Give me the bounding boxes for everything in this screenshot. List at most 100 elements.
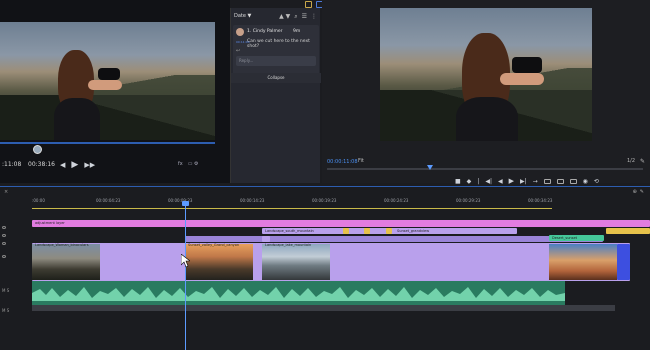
lift-icon[interactable] — [543, 178, 551, 184]
eye-icon[interactable] — [2, 233, 6, 237]
tick-label: 00:00:24:23 — [384, 198, 409, 203]
comments-header-tools: ▲ ▼ ⌕ ☰ ⋮ — [279, 13, 317, 21]
source-total-timecode: 00:38:16 — [28, 161, 55, 168]
clip-marker[interactable] — [386, 228, 392, 234]
snap-icon[interactable]: ⊕ — [633, 189, 637, 195]
tick-label: 00:00:19:23 — [312, 198, 337, 203]
timeline-ruler[interactable]: :00:00 00:00:04:23 00:00:09:23 00:00:14:… — [32, 198, 650, 208]
play-button[interactable]: ▶ — [509, 177, 514, 185]
clip-label: Sunset_grandview — [397, 229, 430, 233]
comments-panel: Date ▼ ▲ ▼ ⌕ ☰ ⋮ 1. Cindy Palmer 9m 00:1… — [230, 8, 321, 183]
panel-top-icons — [305, 1, 323, 8]
loop-icon[interactable]: ⟲ — [594, 178, 599, 185]
settings-icons[interactable]: ▭ ⚙ — [188, 161, 199, 167]
sort-arrows[interactable]: ▲ ▼ — [279, 13, 290, 21]
comment-card: 1. Cindy Palmer 9m 00:11:08 Can we cut h… — [233, 25, 319, 77]
timeline-panel: × ⊕ ✎ :00:00 00:00:04:23 00:00:09:23 00:… — [0, 187, 650, 350]
comment-meta: 9m — [293, 29, 301, 34]
comment-panel-icon[interactable] — [305, 1, 312, 8]
reply-input[interactable]: Reply... — [236, 56, 316, 66]
adjustment-clip[interactable]: adjustment layer — [32, 220, 650, 227]
eye-icon[interactable] — [2, 241, 6, 245]
clip-marker[interactable] — [262, 236, 270, 242]
work-area-bar[interactable] — [32, 208, 552, 209]
track-header-a1: M S — [0, 285, 30, 295]
tick-label: 00:00:34:23 — [528, 198, 553, 203]
v2-clip[interactable] — [185, 236, 603, 242]
clip-end-handle[interactable] — [617, 244, 630, 280]
resolution-dropdown[interactable]: 1/2 — [627, 158, 635, 164]
collapse-button[interactable]: Collapse — [231, 73, 321, 83]
fit-dropdown[interactable]: Fit — [358, 158, 364, 164]
source-monitor: :11:08 00:38:16 ◀ ▶ ▶▶ fx ▭ ⚙ — [0, 0, 230, 183]
lake-thumbnail — [262, 244, 330, 280]
export-frame-icon[interactable] — [569, 178, 577, 184]
play-button[interactable]: ▶ — [71, 160, 78, 170]
clip-label: Landscape_south_mountain — [265, 229, 314, 233]
clip-marker[interactable] — [343, 228, 349, 234]
woman-binoculars-program-image — [380, 8, 592, 141]
playhead-line[interactable] — [185, 203, 186, 350]
v1-track-clip[interactable] — [32, 243, 630, 281]
source-transport: ◀ ▶ ▶▶ — [60, 160, 95, 170]
tick-label: 00:00:29:23 — [456, 198, 481, 203]
stop-button[interactable]: ■ — [455, 178, 461, 185]
step-forward-button[interactable]: ▶▶ — [84, 161, 95, 169]
wrench-icon[interactable]: ✎ — [640, 189, 644, 195]
marker-button[interactable]: ◆ — [467, 178, 472, 185]
comment-text: Can we cut here to the next shot? — [247, 39, 310, 49]
timeline-header: × ⊕ ✎ — [0, 187, 650, 197]
mute-icon[interactable]: M S — [2, 308, 9, 313]
fx-label[interactable]: fx — [178, 161, 183, 167]
audio-clip-a1[interactable] — [32, 281, 565, 305]
source-video-frame[interactable] — [0, 22, 215, 140]
title-clip[interactable]: Desert_sunset — [549, 235, 604, 241]
tick-label: :00:00 — [32, 198, 45, 203]
audio-clip-a2[interactable] — [32, 305, 615, 311]
eye-icon[interactable] — [2, 254, 6, 258]
go-to-in-button[interactable]: ◀| — [485, 178, 492, 185]
clip-label: Landscape_Woman_binoculars — [35, 243, 89, 247]
clip-label: Landscape_lake_mountain — [265, 243, 312, 247]
source-current-timecode: :11:08 — [2, 161, 22, 168]
mark-in-button[interactable]: | — [477, 178, 479, 185]
track-header-a2: M S — [0, 305, 30, 315]
extract-icon[interactable] — [556, 178, 564, 184]
premiere-workspace: :11:08 00:38:16 ◀ ▶ ▶▶ fx ▭ ⚙ Date ▼ ▲ ▼… — [0, 0, 650, 350]
track-header-v1 — [0, 251, 30, 261]
program-playhead[interactable] — [427, 165, 433, 170]
more-icon[interactable]: ⋮ — [311, 13, 317, 21]
wrench-icon[interactable]: ✎ — [640, 158, 645, 165]
program-scrub-bar[interactable] — [327, 168, 643, 170]
woman-thumbnail — [32, 244, 100, 280]
clip-label: Desert_sunset — [552, 236, 577, 240]
filter-icon[interactable]: ☰ — [302, 13, 307, 21]
source-tools: fx ▭ ⚙ — [178, 161, 199, 167]
keyframe-clip[interactable] — [606, 228, 650, 234]
clip-label: Sunset_valley_Grand_canyon — [188, 243, 240, 247]
source-scrub-bar[interactable] — [0, 142, 215, 144]
mouse-cursor-icon — [181, 254, 190, 268]
comments-sort-label[interactable]: Date ▼ — [234, 13, 251, 19]
mute-icon[interactable]: M S — [2, 288, 9, 293]
program-timecode: 00:00:11:08 — [327, 159, 358, 165]
avatar — [236, 28, 244, 36]
eye-icon[interactable] — [2, 225, 6, 229]
program-monitor: 00:00:11:08 Fit 1/2 ✎ — [322, 0, 650, 183]
reply-icon[interactable]: ↩ — [236, 48, 240, 54]
go-to-out-button[interactable]: ▶| — [520, 178, 527, 185]
step-back-button[interactable]: ◀ — [498, 178, 503, 185]
step-back-button[interactable]: ◀ — [60, 161, 65, 169]
close-icon[interactable]: × — [4, 189, 8, 195]
search-icon[interactable]: ⌕ — [294, 13, 297, 21]
comment-marker-avatar[interactable] — [33, 145, 42, 154]
program-transport: ■ ◆ | ◀| ◀ ▶ ▶| → ◉ ⟲ — [455, 177, 599, 185]
valley-thumbnail — [185, 244, 253, 280]
clip-marker[interactable] — [364, 228, 370, 234]
tick-label: 00:00:04:23 — [96, 198, 121, 203]
timeline-tools: ⊕ ✎ — [633, 189, 644, 195]
camera-icon[interactable]: ◉ — [583, 178, 588, 185]
woman-binoculars-image — [0, 22, 215, 140]
next-button[interactable]: → — [533, 178, 538, 185]
program-video-frame[interactable] — [380, 8, 592, 141]
